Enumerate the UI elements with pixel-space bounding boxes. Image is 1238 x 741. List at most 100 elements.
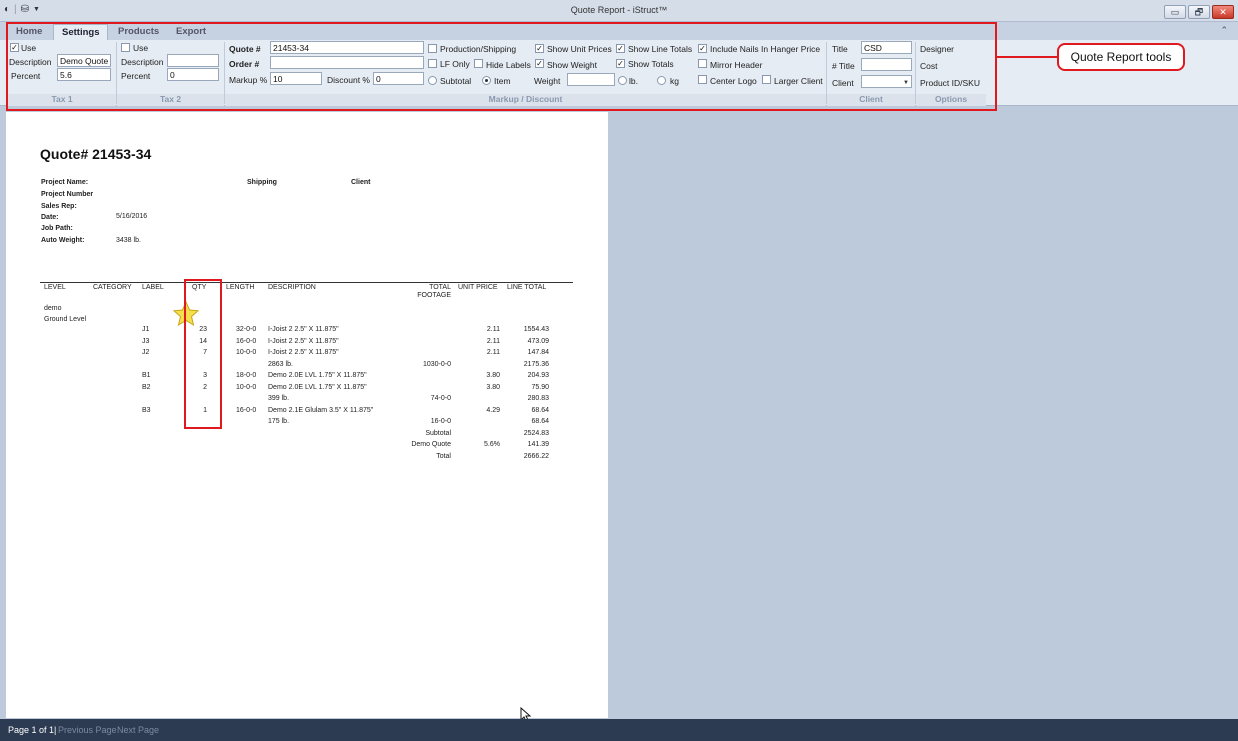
col-label: LABEL: [142, 284, 164, 291]
center-logo-label: Center Logo: [710, 76, 757, 86]
subtotal-radio[interactable]: [428, 76, 437, 85]
restore-button[interactable]: 🗗: [1188, 5, 1210, 19]
tab-settings[interactable]: Settings: [53, 24, 109, 40]
group-label-markup: Markup / Discount: [225, 94, 826, 106]
larger-client-checkbox[interactable]: [762, 75, 771, 84]
discount-label: Discount %: [327, 75, 370, 85]
row-qty: 1: [203, 406, 207, 414]
lb-radio[interactable]: [618, 76, 627, 85]
option-product-id-sku[interactable]: Product ID/SKU: [920, 78, 980, 88]
row-desc: I-Joist 2 2.5" X 11.875": [268, 337, 339, 345]
include-nails-checkbox[interactable]: ✓: [698, 44, 707, 53]
col-description: DESCRIPTION: [268, 284, 316, 291]
row-label: J1: [142, 326, 150, 333]
show-line-totals-checkbox[interactable]: ✓: [616, 44, 625, 53]
shipping-label: Shipping: [247, 179, 277, 186]
close-button[interactable]: ✕: [1212, 5, 1234, 19]
row-total: 1554.43: [523, 326, 549, 333]
title-field[interactable]: CSD: [861, 41, 912, 54]
show-totals-label: Show Totals: [628, 59, 674, 69]
row-unit: 2.11: [486, 326, 500, 333]
previous-page-link[interactable]: Previous Page: [58, 725, 117, 735]
date-label: Date:: [41, 214, 59, 221]
window-title: Quote Report - iStruct™: [570, 5, 668, 15]
title-bar: ◐ | ⛁ ▼ Quote Report - iStruct™ ▭ 🗗 ✕: [0, 0, 1238, 22]
show-totals-checkbox[interactable]: ✓: [616, 59, 625, 68]
lf-only-checkbox[interactable]: [428, 59, 437, 68]
row-total: 68.64: [531, 406, 549, 414]
quote-number-label: Quote #: [229, 44, 261, 54]
tax2-description-field[interactable]: [167, 54, 219, 67]
callout-connector: [996, 56, 1058, 58]
row-desc: Demo 2.1E Glulam 3.5" X 11.875": [268, 406, 374, 414]
row-desc: 175 lb.: [268, 418, 290, 425]
order-number-label: Order #: [229, 59, 260, 69]
row-qty: 7: [203, 349, 207, 356]
weight-field[interactable]: [567, 73, 615, 86]
tax1-use-checkbox[interactable]: ✓: [10, 43, 19, 52]
markup-field[interactable]: 10: [270, 72, 322, 85]
row-desc: I-Joist 2 2.5" X 11.875": [268, 326, 339, 333]
tax1-description-label: Description: [9, 57, 52, 67]
tab-home[interactable]: Home: [16, 26, 42, 37]
tab-products[interactable]: Products: [118, 26, 159, 37]
row-desc: 2863 lb.: [268, 360, 293, 368]
order-number-field[interactable]: [270, 56, 424, 69]
row-length: 32-0-0: [236, 326, 257, 333]
tax2-description-label: Description: [121, 57, 164, 67]
hide-labels-checkbox[interactable]: [474, 59, 483, 68]
row-qty: 3: [203, 372, 207, 379]
client-select[interactable]: ▼: [861, 75, 912, 88]
row-footage: Subtotal: [425, 429, 451, 437]
show-unit-prices-checkbox[interactable]: ✓: [535, 44, 544, 53]
col-total-footage-2: FOOTAGE: [417, 292, 451, 299]
ribbon-settings-panel: ✓ Use Description Demo Quote Percent 5.6…: [0, 40, 1238, 106]
row-qty: 23: [199, 326, 207, 333]
lb-label: lb.: [629, 76, 638, 86]
production-shipping-checkbox[interactable]: [428, 44, 437, 53]
ribbon-tabs: Home Settings Products Export ⌃: [0, 22, 1238, 40]
row-length: 10-0-0: [236, 383, 257, 391]
row-total: 473.09: [527, 337, 549, 345]
tax1-percent-field[interactable]: 5.6: [57, 68, 111, 81]
row-unit: 2.11: [486, 349, 500, 356]
row-total: 280.83: [527, 395, 549, 402]
client-label: Client: [832, 78, 854, 88]
tab-export[interactable]: Export: [176, 26, 206, 37]
mirror-header-checkbox[interactable]: [698, 59, 707, 68]
show-weight-checkbox[interactable]: ✓: [535, 59, 544, 68]
col-line-total: LINE TOTAL: [507, 284, 547, 291]
row-qty: 14: [199, 337, 207, 345]
collapse-ribbon-icon[interactable]: ⌃: [1220, 25, 1228, 36]
group-label-tax1: Tax 1: [8, 94, 116, 106]
auto-weight-value: 3438 lb.: [116, 237, 141, 244]
tax2-use-checkbox[interactable]: [121, 43, 130, 52]
minimize-button[interactable]: ▭: [1164, 5, 1186, 19]
status-bar: Page 1 of 1| Previous Page Next Page: [0, 719, 1238, 741]
show-line-totals-label: Show Line Totals: [628, 44, 693, 54]
row-footage: 16-0-0: [430, 418, 451, 425]
row-length: 18-0-0: [236, 372, 257, 379]
quote-number-field[interactable]: 21453-34: [270, 41, 424, 54]
tax2-percent-field[interactable]: 0: [167, 68, 219, 81]
option-designer[interactable]: Designer: [920, 44, 954, 54]
subtotal-label: Subtotal: [440, 76, 472, 86]
col-level: LEVEL: [44, 284, 66, 291]
option-cost[interactable]: Cost: [920, 61, 937, 71]
kg-radio[interactable]: [657, 76, 666, 85]
row-total: 68.64: [531, 418, 549, 425]
larger-client-label: Larger Client: [774, 76, 823, 86]
row-label: B2: [142, 383, 151, 391]
item-label: Item: [494, 76, 511, 86]
next-page-link[interactable]: Next Page: [117, 725, 159, 735]
level-demo: demo: [44, 305, 62, 312]
tax1-description-field[interactable]: Demo Quote: [57, 54, 111, 67]
markup-label: Markup %: [229, 75, 268, 85]
center-logo-checkbox[interactable]: [698, 75, 707, 84]
discount-field[interactable]: 0: [373, 72, 424, 85]
chevron-down-icon: ▼: [903, 80, 909, 86]
client-heading: Client: [351, 179, 371, 186]
item-radio[interactable]: [482, 76, 491, 85]
number-title-field[interactable]: [861, 58, 912, 71]
row-footage: Demo Quote: [411, 441, 451, 448]
